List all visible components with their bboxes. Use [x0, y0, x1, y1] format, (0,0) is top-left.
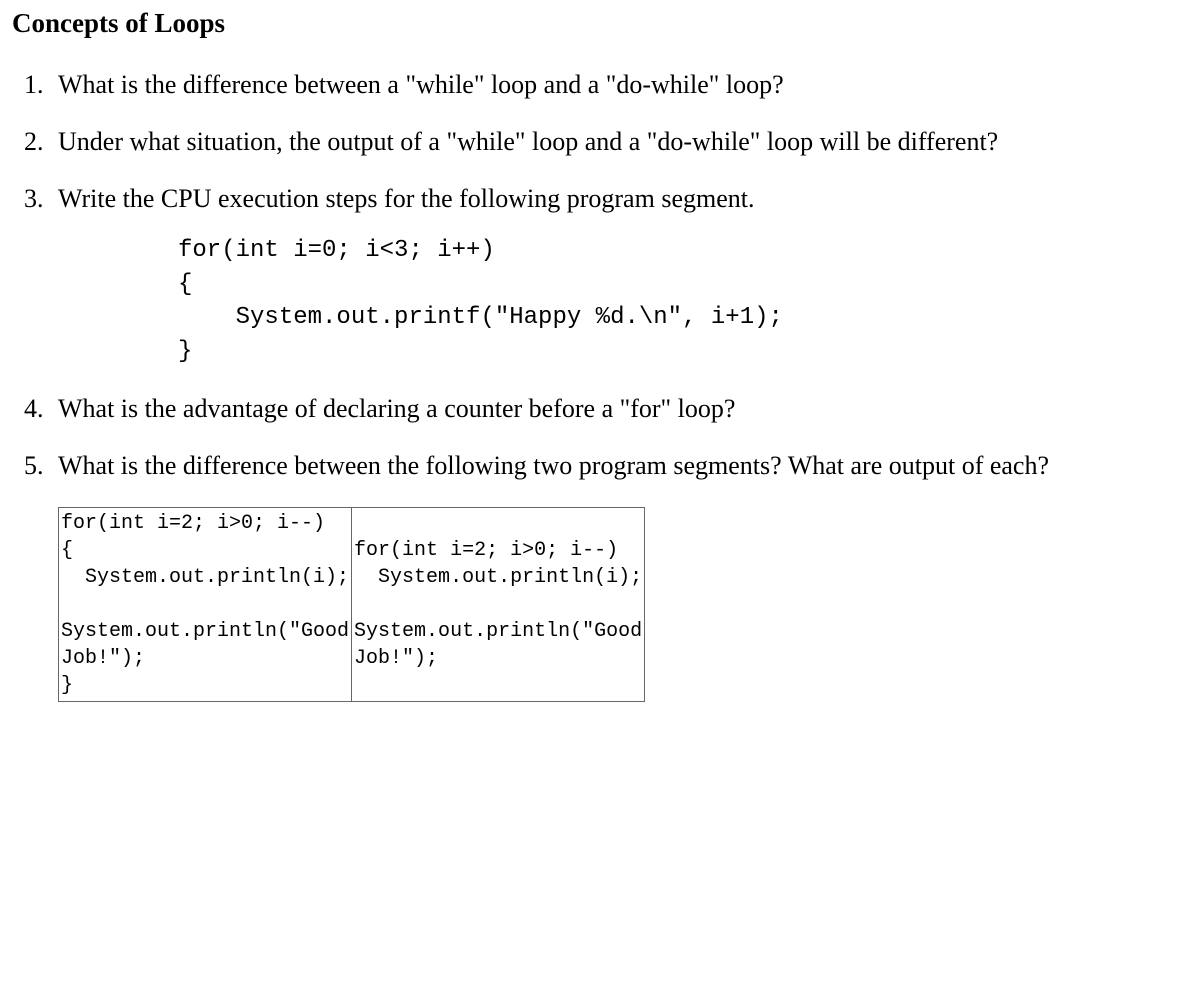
question-4-text: What is the advantage of declaring a cou…: [58, 394, 735, 423]
code-cell-left: for(int i=2; i>0; i--) { System.out.prin…: [59, 507, 352, 701]
code-comparison-table: for(int i=2; i>0; i--) { System.out.prin…: [58, 507, 645, 702]
question-2-text: Under what situation, the output of a "w…: [58, 127, 998, 156]
question-3-text: Write the CPU execution steps for the fo…: [58, 184, 754, 213]
question-list: What is the difference between a "while"…: [8, 67, 1192, 702]
question-3-code: for(int i=0; i<3; i++) { System.out.prin…: [178, 234, 1192, 368]
question-5-code-right: for(int i=2; i>0; i--) System.out.printl…: [352, 535, 644, 674]
question-5-text: What is the difference between the follo…: [58, 451, 1049, 480]
code-cell-right: for(int i=2; i>0; i--) System.out.printl…: [352, 507, 645, 701]
question-1: What is the difference between a "while"…: [50, 67, 1192, 102]
question-5-code-left: for(int i=2; i>0; i--) { System.out.prin…: [59, 508, 351, 701]
document-title: Concepts of Loops: [12, 8, 1192, 39]
question-4: What is the advantage of declaring a cou…: [50, 391, 1192, 426]
question-2: Under what situation, the output of a "w…: [50, 124, 1192, 159]
question-5: What is the difference between the follo…: [50, 448, 1192, 702]
question-3: Write the CPU execution steps for the fo…: [50, 181, 1192, 368]
question-1-text: What is the difference between a "while"…: [58, 70, 784, 99]
